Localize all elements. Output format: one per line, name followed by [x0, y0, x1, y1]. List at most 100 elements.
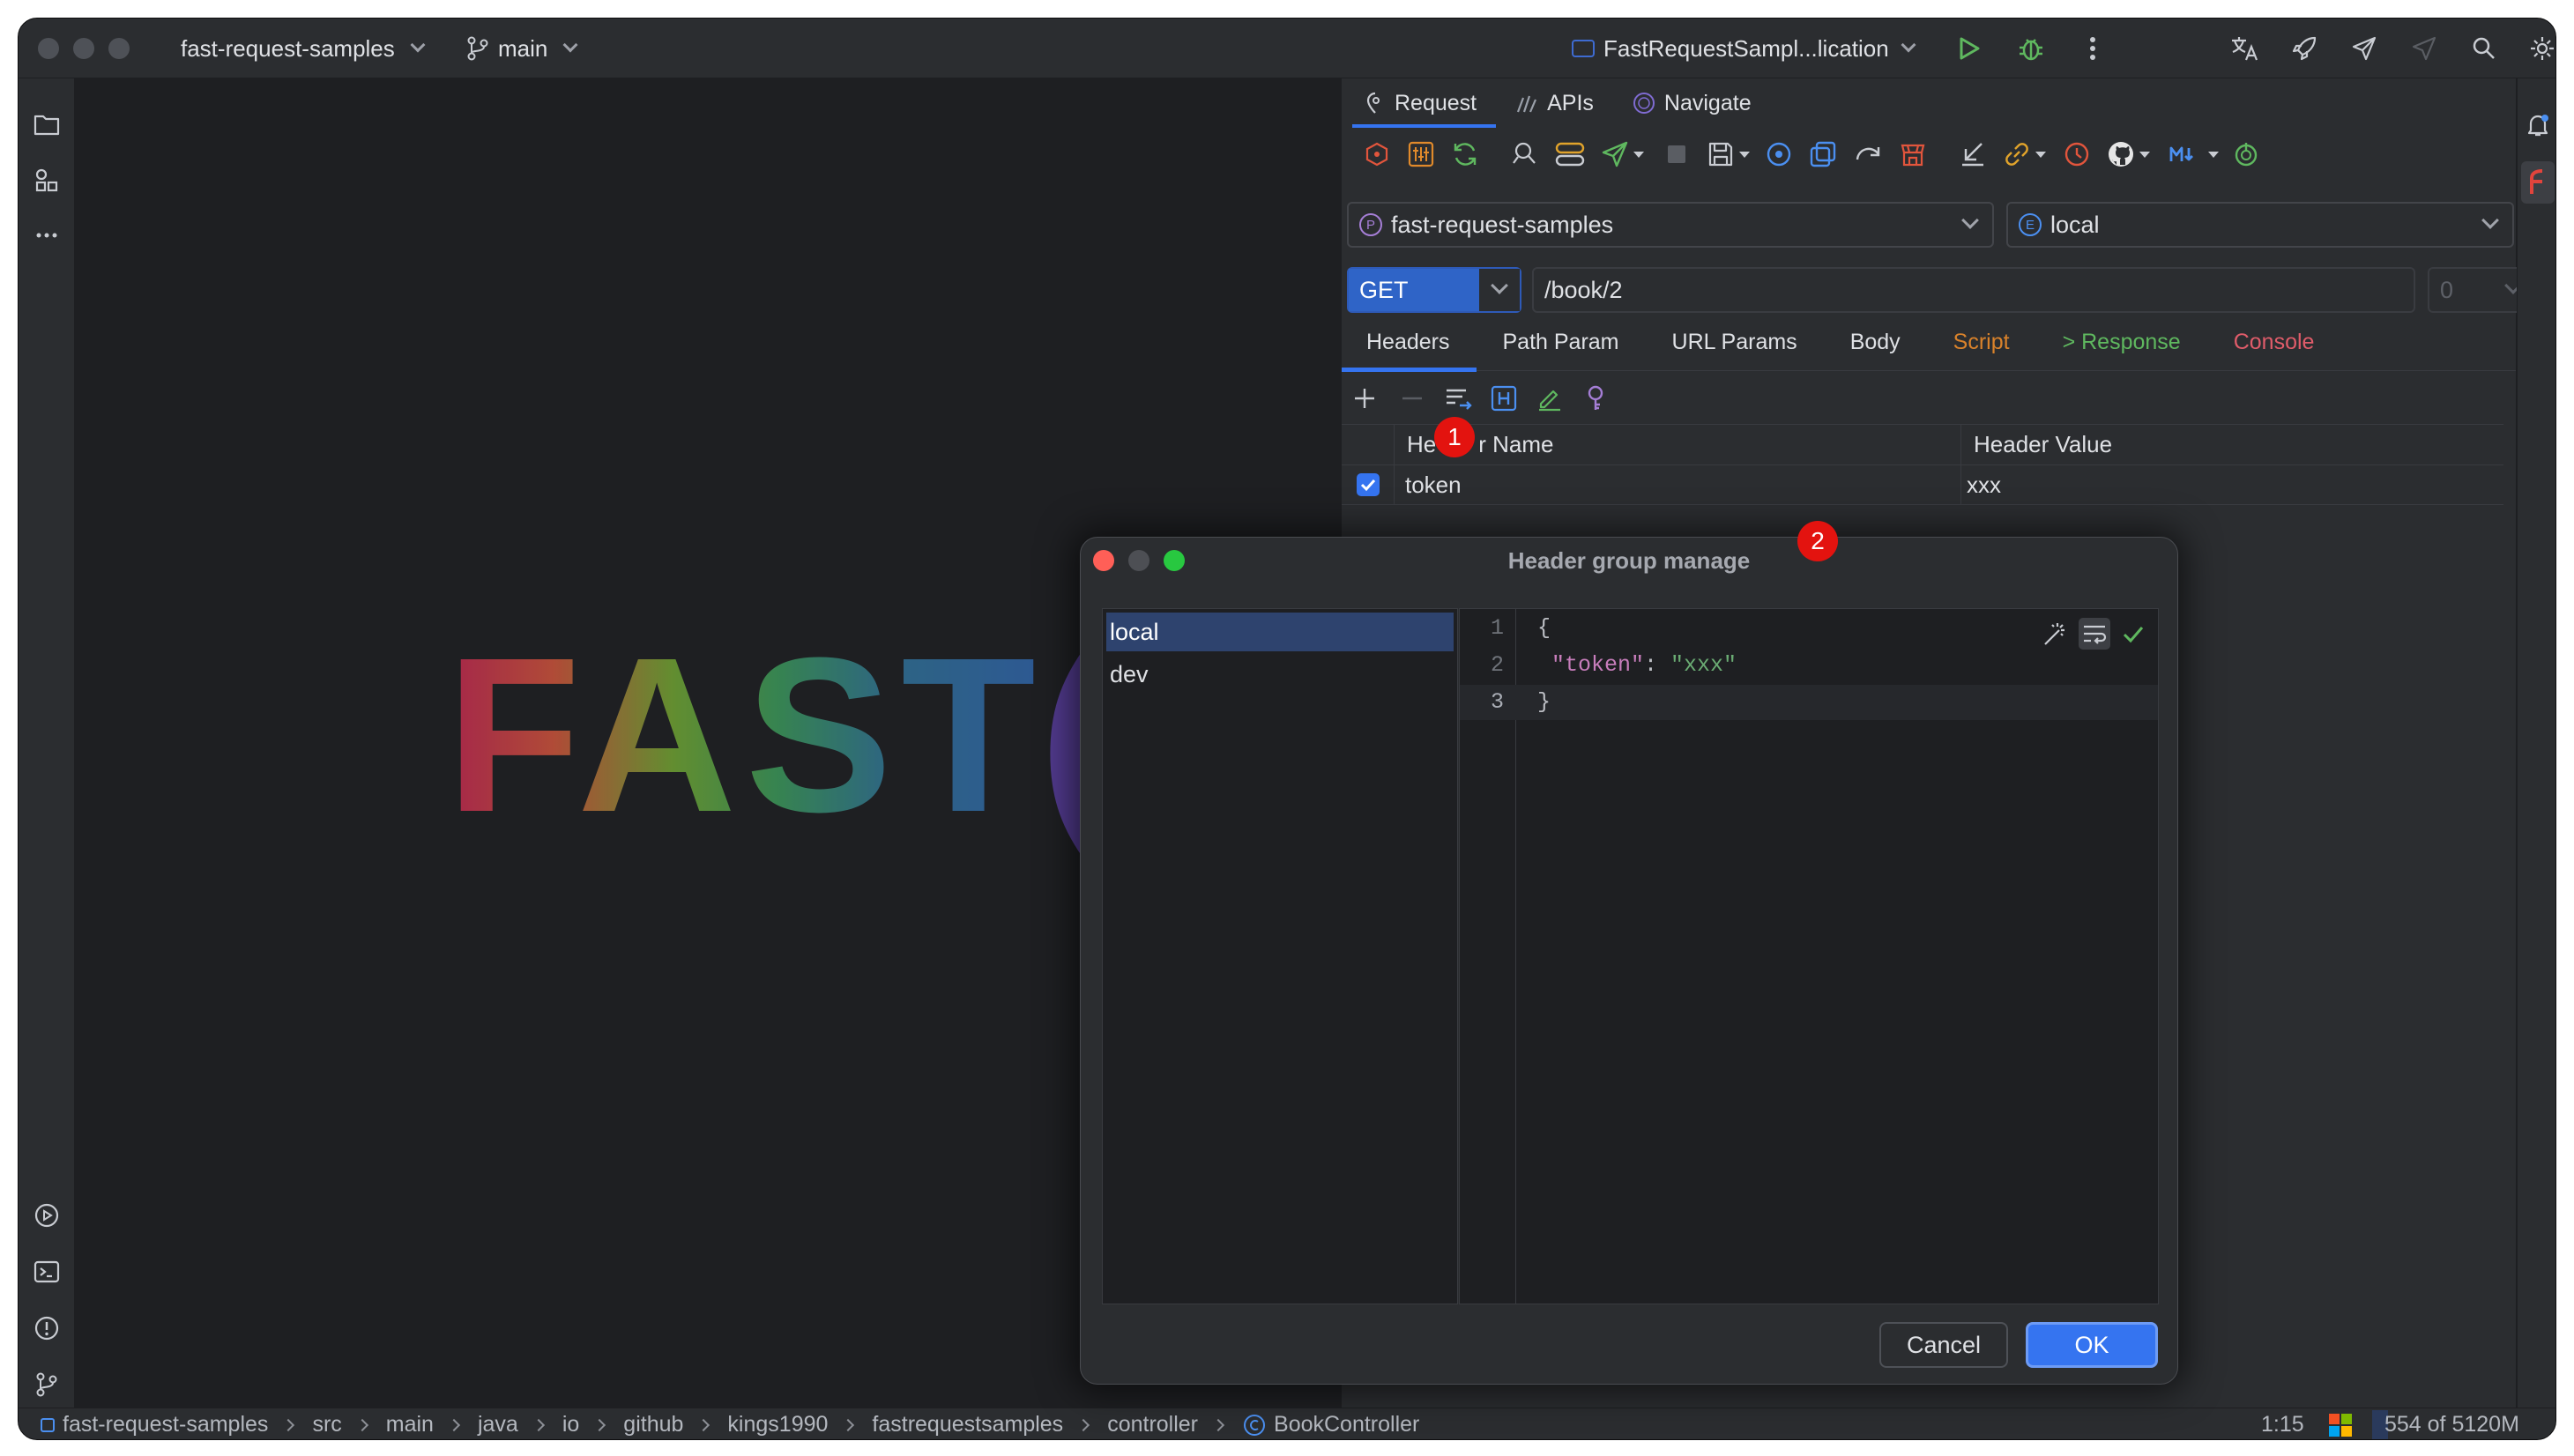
- breadcrumb-item[interactable]: io: [562, 1412, 579, 1437]
- memory-usage[interactable]: 554 of 5120M: [2384, 1412, 2519, 1437]
- store-icon[interactable]: [1899, 140, 1927, 168]
- import-icon[interactable]: [1959, 140, 1987, 168]
- tab-url-params[interactable]: URL Params: [1646, 315, 1824, 371]
- environment-combo[interactable]: E local: [2006, 202, 2514, 248]
- header-group-icon[interactable]: [1444, 384, 1472, 412]
- branch-selector[interactable]: main: [466, 19, 581, 78]
- windows-logo-icon[interactable]: [2328, 1413, 2353, 1437]
- cursor-position[interactable]: 1:15: [2261, 1412, 2304, 1437]
- tab-console[interactable]: Console: [2207, 315, 2341, 371]
- chevron-down-icon: [2481, 212, 2499, 229]
- header-name-cell[interactable]: token: [1395, 472, 1462, 499]
- breadcrumb-item[interactable]: main: [386, 1412, 434, 1437]
- project-folder-icon[interactable]: [31, 108, 63, 140]
- window-close-button[interactable]: [38, 38, 59, 59]
- row-checkbox[interactable]: [1342, 465, 1395, 504]
- header-value-cell[interactable]: xxx: [1960, 465, 2001, 504]
- dialog-zoom-button[interactable]: [1164, 550, 1185, 571]
- right-tool-strip: [2517, 78, 2555, 1408]
- switch-icon[interactable]: [1555, 140, 1585, 168]
- magic-wand-icon[interactable]: [2042, 620, 2070, 648]
- cancel-button[interactable]: Cancel: [1879, 1322, 2008, 1368]
- dropdown-arrow-icon[interactable]: [1631, 140, 1647, 168]
- headers-table: He r Name Header Value token xxx: [1342, 424, 2503, 505]
- left-tool-strip: [19, 78, 75, 1408]
- breadcrumb-item[interactable]: fastrequestsamples: [872, 1412, 1063, 1437]
- bug-report-icon[interactable]: [1363, 140, 1391, 168]
- url-input[interactable]: /book/2: [1532, 267, 2415, 313]
- notifications-bell-icon[interactable]: [2525, 112, 2551, 138]
- breadcrumb-item[interactable]: src: [312, 1412, 341, 1437]
- history-icon[interactable]: [2063, 140, 2091, 168]
- markdown-icon[interactable]: [2169, 140, 2204, 168]
- settings-gear-icon[interactable]: [2527, 33, 2555, 63]
- key-icon[interactable]: [1581, 384, 1610, 412]
- link-icon[interactable]: [2003, 140, 2031, 168]
- send-request-icon[interactable]: [1601, 140, 1629, 168]
- dropdown-arrow-icon[interactable]: [2033, 140, 2049, 168]
- more-horizontal-icon[interactable]: [31, 219, 63, 251]
- tab-path-param[interactable]: Path Param: [1477, 315, 1646, 371]
- apis-icon: [1517, 95, 1537, 113]
- tab-headers[interactable]: Headers: [1342, 315, 1477, 372]
- ok-button[interactable]: OK: [2026, 1322, 2158, 1368]
- breadcrumb-item[interactable]: kings1990: [727, 1412, 828, 1437]
- tab-request[interactable]: Request: [1342, 78, 1497, 128]
- run-icon[interactable]: [1954, 33, 1984, 63]
- breadcrumb-item[interactable]: BookController: [1274, 1412, 1419, 1437]
- add-icon[interactable]: [1350, 384, 1379, 412]
- tab-apis[interactable]: APIs: [1496, 78, 1613, 128]
- copy-icon[interactable]: [1809, 140, 1837, 168]
- window-minimize-button[interactable]: [73, 38, 94, 59]
- git-icon[interactable]: [31, 1369, 63, 1400]
- power-icon[interactable]: [2232, 140, 2260, 168]
- table-row[interactable]: token xxx: [1342, 465, 2503, 505]
- more-vertical-icon[interactable]: [2078, 33, 2108, 63]
- search-icon[interactable]: [2469, 33, 2499, 63]
- terminal-icon[interactable]: [31, 1256, 63, 1288]
- target-icon[interactable]: [1765, 140, 1793, 168]
- breadcrumb-item[interactable]: controller: [1107, 1412, 1198, 1437]
- services-icon[interactable]: [31, 1200, 63, 1231]
- rocket-icon[interactable]: [2289, 33, 2319, 63]
- save-icon[interactable]: [1707, 140, 1735, 168]
- project-combo[interactable]: P fast-request-samples: [1347, 202, 1994, 248]
- fast-request-plugin-icon[interactable]: [2521, 161, 2555, 204]
- dropdown-arrow-icon[interactable]: [2206, 140, 2221, 168]
- breadcrumb-item[interactable]: fast-request-samples: [63, 1412, 268, 1437]
- breadcrumb-item[interactable]: github: [623, 1412, 683, 1437]
- list-item-dev[interactable]: dev: [1106, 655, 1454, 694]
- dialog-close-button[interactable]: [1093, 550, 1114, 571]
- list-item-local[interactable]: local: [1106, 613, 1454, 651]
- tab-response[interactable]: > Response: [2036, 315, 2207, 371]
- tab-response-label: > Response: [2062, 330, 2181, 354]
- translate-icon[interactable]: [2229, 33, 2259, 63]
- problems-icon[interactable]: [31, 1312, 63, 1344]
- breadcrumb-item[interactable]: java: [478, 1412, 518, 1437]
- json-key: "token": [1551, 652, 1645, 678]
- method-select[interactable]: GET: [1347, 267, 1521, 313]
- redirect-icon[interactable]: [1855, 140, 1883, 168]
- project-selector[interactable]: fast-request-samples: [181, 19, 428, 78]
- check-icon[interactable]: [2119, 620, 2147, 648]
- send-rocket-icon[interactable]: [2349, 33, 2379, 63]
- github-icon[interactable]: [2107, 140, 2135, 168]
- tab-body[interactable]: Body: [1824, 315, 1927, 371]
- dropdown-arrow-icon[interactable]: [1737, 140, 1752, 168]
- tab-navigate[interactable]: Navigate: [1613, 78, 1771, 128]
- run-config-selector[interactable]: FastRequestSampl...lication: [1572, 19, 1919, 78]
- refresh-icon[interactable]: [1451, 140, 1479, 168]
- header-h-icon[interactable]: [1490, 384, 1518, 412]
- debug-icon[interactable]: [2016, 33, 2046, 63]
- tab-script[interactable]: Script: [1927, 315, 2036, 371]
- find-icon[interactable]: [1511, 140, 1539, 168]
- dropdown-arrow-icon[interactable]: [2137, 140, 2153, 168]
- json-editor[interactable]: 1 { 2 "token": "xxx" 3 }: [1459, 608, 2159, 1304]
- structure-icon[interactable]: [31, 165, 63, 197]
- soft-wrap-icon[interactable]: [2079, 618, 2110, 650]
- config-icon[interactable]: [1407, 140, 1435, 168]
- json-colon: :: [1644, 652, 1671, 678]
- window-zoom-button[interactable]: [108, 38, 130, 59]
- panel-tabs: Request APIs Navigate: [1342, 78, 2516, 128]
- edit-icon[interactable]: [1536, 384, 1564, 412]
